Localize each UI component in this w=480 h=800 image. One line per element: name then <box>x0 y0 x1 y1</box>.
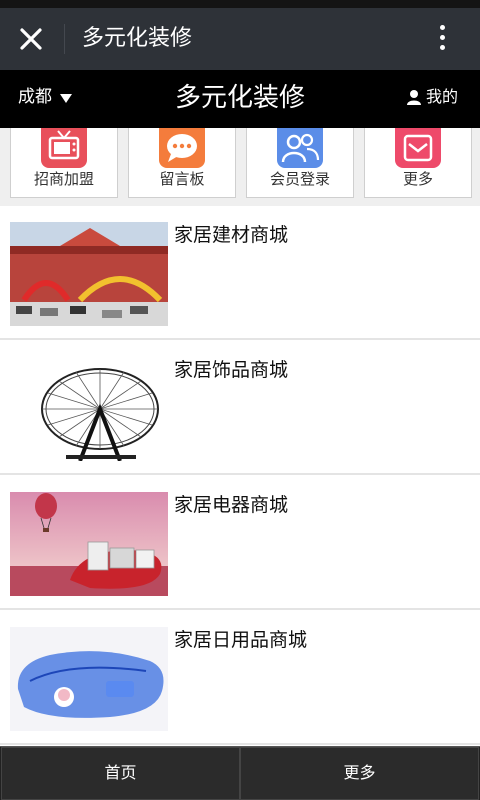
bottom-nav: 首页 更多 <box>0 746 480 800</box>
daily-goods-image <box>10 627 168 731</box>
menu-item-join[interactable]: 招商加盟 <box>10 128 118 198</box>
users-icon <box>277 128 323 168</box>
menu-item-label: 会员登录 <box>269 170 330 188</box>
list-item-building-materials[interactable]: 家居建材商城 <box>0 206 480 340</box>
more-button[interactable]: 更多 <box>240 747 479 800</box>
list-item-decoration[interactable]: 家居饰品商城 <box>0 341 480 475</box>
home-button[interactable]: 首页 <box>1 747 240 800</box>
item-name: 家居建材商城 <box>174 224 289 246</box>
status-bar <box>0 0 480 8</box>
mine-label: 我的 <box>426 87 459 106</box>
menu-item-message-board[interactable]: 留言板 <box>128 128 236 198</box>
ferris-wheel-image <box>10 357 168 461</box>
mall-building-image <box>10 222 168 326</box>
list-item-appliances[interactable]: 家居电器商城 <box>0 476 480 610</box>
app-header: 成都 多元化装修 我的 <box>0 70 480 128</box>
title-divider <box>64 24 65 54</box>
item-name: 家居电器商城 <box>174 494 289 516</box>
menu-item-label: 留言板 <box>159 170 205 188</box>
close-icon[interactable] <box>14 22 48 56</box>
menu-item-label: 招商加盟 <box>33 170 94 188</box>
menu-item-member-login[interactable]: 会员登录 <box>246 128 354 198</box>
tv-icon <box>41 128 87 168</box>
chat-icon <box>159 128 205 168</box>
menu-item-more[interactable]: 更多 <box>364 128 472 198</box>
user-icon <box>407 90 421 105</box>
menu-item-label: 更多 <box>402 170 433 188</box>
more-icon <box>395 128 441 168</box>
list-item-daily-goods[interactable]: 家居日用品商城 <box>0 611 480 745</box>
wechat-page-title: 多元化装修 <box>82 26 193 51</box>
mine-link[interactable]: 我的 <box>406 84 458 110</box>
item-name: 家居日用品商城 <box>174 629 308 651</box>
more-vertical-icon[interactable] <box>430 22 454 56</box>
item-name: 家居饰品商城 <box>174 359 289 381</box>
quick-menu: 招商加盟 留言板 会员登录 更多 <box>0 128 480 206</box>
wechat-title-bar: 多元化装修 <box>0 8 480 70</box>
appliances-image <box>10 492 168 596</box>
